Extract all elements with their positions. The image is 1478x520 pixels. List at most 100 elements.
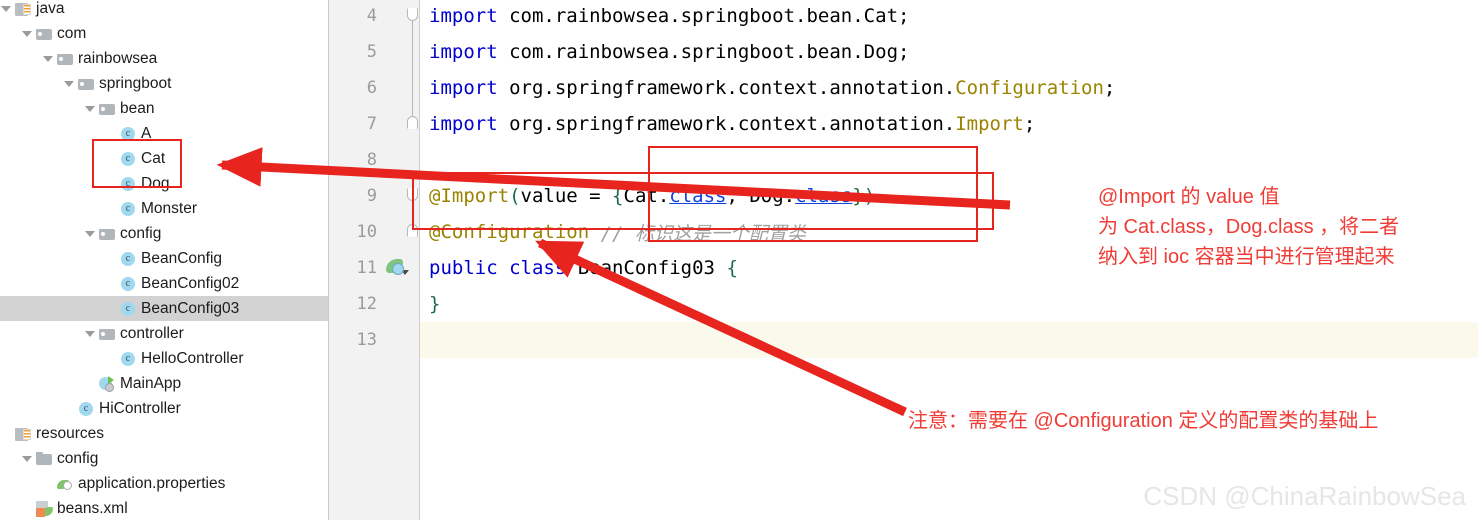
resources-icon xyxy=(15,426,32,442)
gutter-row[interactable]: 12 xyxy=(329,286,419,322)
chevron-down-icon[interactable] xyxy=(21,452,34,465)
tree-item-config[interactable]: config xyxy=(0,446,328,471)
tree-item-resources[interactable]: resources xyxy=(0,421,328,446)
tree-item-cat[interactable]: Cat xyxy=(0,146,328,171)
code-token: BeanConfig03 xyxy=(577,257,727,279)
folder-icon xyxy=(99,101,116,117)
spring-bean-icon[interactable]: c xyxy=(385,257,411,279)
line-number: 4 xyxy=(366,6,377,26)
tree-item-label: Cat xyxy=(141,149,166,167)
code-line[interactable]: import org.springframework.context.annot… xyxy=(420,106,1478,142)
folder-plain-icon xyxy=(36,451,53,467)
gutter-row[interactable]: 8 xyxy=(329,142,419,178)
tree-item-label: resources xyxy=(36,424,105,442)
tree-item-beanconfig[interactable]: BeanConfig xyxy=(0,246,328,271)
gutter-row[interactable]: 11 c xyxy=(329,250,419,286)
line-number: 11 xyxy=(356,258,377,278)
tree-item-label: MainApp xyxy=(120,374,182,392)
tree-item-beans-xml[interactable]: beans.xml xyxy=(0,496,328,520)
tree-item-label: java xyxy=(36,0,65,17)
tree-item-a[interactable]: A xyxy=(0,121,328,146)
tree-item-mainapp[interactable]: MainApp xyxy=(0,371,328,396)
chevron-down-icon[interactable] xyxy=(63,77,76,90)
tree-item-label: config xyxy=(57,449,99,467)
code-token: import xyxy=(429,41,510,63)
tree-item-hicontroller[interactable]: HiController xyxy=(0,396,328,421)
gutter-row[interactable]: 4 xyxy=(329,0,419,34)
tree-item-beanconfig02[interactable]: BeanConfig02 xyxy=(0,271,328,296)
note-import-text: @Import 的 value 值 为 Cat.class，Dog.class … xyxy=(1098,186,1400,268)
code-token: ; xyxy=(1023,113,1036,135)
code-token: class xyxy=(509,257,578,279)
code-fold-start-icon[interactable] xyxy=(407,0,419,34)
tree-item-hellocontroller[interactable]: HelloController xyxy=(0,346,328,371)
gutter-row[interactable]: 9 xyxy=(329,178,419,214)
project-tree-list: java com rainbowsea springboot bean A Cat Dog Mo… xyxy=(0,0,328,520)
line-number: 9 xyxy=(366,186,377,206)
code-line[interactable]: import com.rainbowsea.springboot.bean.Ca… xyxy=(420,0,1478,34)
tree-item-monster[interactable]: Monster xyxy=(0,196,328,221)
code-token: ; xyxy=(1103,77,1116,99)
gutter-row[interactable]: 13 xyxy=(329,322,419,358)
code-line[interactable] xyxy=(420,322,1478,358)
code-token: } xyxy=(429,293,441,315)
tree-item-java[interactable]: java xyxy=(0,0,328,21)
chevron-down-icon[interactable] xyxy=(21,27,34,40)
xml-spring-icon xyxy=(36,500,53,517)
tree-item-com[interactable]: com xyxy=(0,21,328,46)
line-number: 13 xyxy=(356,330,377,350)
code-line[interactable]: } xyxy=(420,286,1478,322)
code-token: { xyxy=(726,257,738,279)
tree-item-label: springboot xyxy=(99,74,172,92)
chevron-down-icon[interactable] xyxy=(84,227,97,240)
code-fold-mid-icon[interactable] xyxy=(407,70,419,106)
tree-item-rainbowsea[interactable]: rainbowsea xyxy=(0,46,328,71)
code-token: org.springframework.context.annotation. xyxy=(509,77,956,99)
tree-item-label: beans.xml xyxy=(57,499,128,517)
tree-item-controller[interactable]: controller xyxy=(0,321,328,346)
editor-gutter[interactable]: 4 5 6 7 8 9 10 11 c 12 13 xyxy=(329,0,420,520)
chevron-down-icon[interactable] xyxy=(0,2,13,15)
gutter-row[interactable]: 10 xyxy=(329,214,419,250)
import-configuration-box xyxy=(412,172,994,230)
line-number: 6 xyxy=(366,78,377,98)
tree-item-beanconfig03[interactable]: BeanConfig03 xyxy=(0,296,328,321)
tree-item-label: com xyxy=(57,24,87,42)
gutter-row[interactable]: 5 xyxy=(329,34,419,70)
tree-item-label: bean xyxy=(120,99,155,117)
line-number: 5 xyxy=(366,42,377,62)
tree-item-bean[interactable]: bean xyxy=(0,96,328,121)
code-token: Import xyxy=(955,113,1024,135)
code-token: import xyxy=(429,5,510,27)
note-configuration-text: 注意：需要在 @Configuration 定义的配置类的基础上 xyxy=(908,410,1379,432)
chevron-down-icon[interactable] xyxy=(84,102,97,115)
code-fold-end-icon[interactable] xyxy=(407,106,419,142)
chevron-down-icon[interactable] xyxy=(42,52,55,65)
gutter-row[interactable]: 7 xyxy=(329,106,419,142)
code-line[interactable]: import org.springframework.context.annot… xyxy=(420,70,1478,106)
tree-item-application-properties[interactable]: application.properties xyxy=(0,471,328,496)
code-token: Configuration xyxy=(955,77,1104,99)
project-tree-panel[interactable]: java com rainbowsea springboot bean A Cat Dog Mo… xyxy=(0,0,329,520)
tree-item-config[interactable]: config xyxy=(0,221,328,246)
tree-item-label: application.properties xyxy=(78,474,226,492)
tree-item-springboot[interactable]: springboot xyxy=(0,71,328,96)
line-number: 8 xyxy=(366,150,377,170)
tree-item-label: BeanConfig02 xyxy=(141,274,240,292)
class-icon xyxy=(120,151,137,167)
gutter-row[interactable]: 6 xyxy=(329,70,419,106)
code-line[interactable]: import com.rainbowsea.springboot.bean.Do… xyxy=(420,34,1478,70)
tree-item-dog[interactable]: Dog xyxy=(0,171,328,196)
chevron-down-icon[interactable] xyxy=(84,327,97,340)
code-fold-mid-icon[interactable] xyxy=(407,34,419,70)
properties-icon xyxy=(57,476,74,492)
